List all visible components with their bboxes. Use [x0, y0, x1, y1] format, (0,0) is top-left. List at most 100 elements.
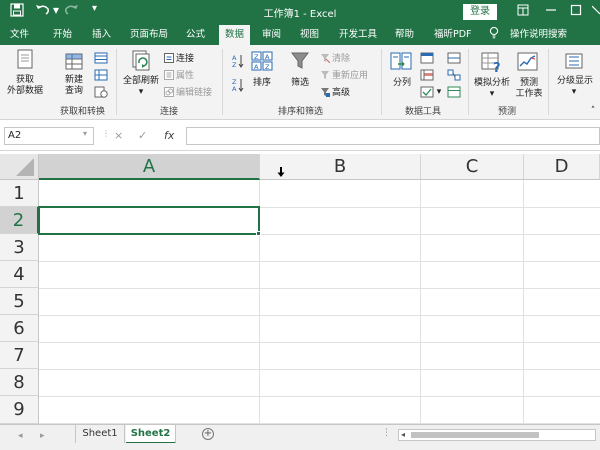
- add-sheet-icon[interactable]: +: [202, 428, 214, 440]
- previous-sheet-icon[interactable]: ◂: [18, 431, 23, 441]
- group-separator: [381, 49, 382, 115]
- scroll-left-icon[interactable]: ◂: [401, 430, 405, 439]
- tab-developer[interactable]: 开发工具: [339, 25, 377, 45]
- filter-button[interactable]: 筛选: [288, 78, 312, 89]
- edit-links-icon: [164, 87, 174, 97]
- tab-file[interactable]: 文件: [10, 25, 29, 45]
- row-header-9[interactable]: 9: [0, 396, 39, 424]
- login-button[interactable]: 登录: [463, 4, 497, 20]
- horizontal-scrollbar[interactable]: ◂: [398, 429, 596, 441]
- what-if-dropdown-icon[interactable]: ▾: [488, 89, 496, 100]
- maximize-icon[interactable]: [570, 4, 582, 19]
- remove-duplicates-icon[interactable]: [420, 69, 434, 81]
- name-box[interactable]: A2: [4, 127, 94, 145]
- tab-insert[interactable]: 插入: [92, 25, 111, 45]
- sort-descending-icon[interactable]: Z A: [231, 77, 245, 93]
- tell-me-search[interactable]: 操作说明搜索: [510, 25, 567, 45]
- connections-icon: [164, 53, 174, 63]
- consolidate-icon[interactable]: [447, 52, 461, 64]
- what-if-analysis-icon: ?: [481, 52, 501, 73]
- fill-handle[interactable]: [256, 231, 261, 236]
- tab-help[interactable]: 帮助: [395, 25, 414, 45]
- tab-home[interactable]: 开始: [53, 25, 72, 45]
- show-queries-icon[interactable]: [94, 52, 108, 64]
- horizontal-scroll-thumb[interactable]: [411, 432, 539, 438]
- flash-fill-icon[interactable]: [420, 52, 434, 64]
- close-icon[interactable]: [591, 4, 600, 19]
- outline-dropdown-icon[interactable]: ▾: [570, 87, 578, 98]
- group-separator: [548, 49, 549, 115]
- refresh-dropdown-icon[interactable]: ▾: [137, 87, 145, 98]
- sort-button[interactable]: 排序: [250, 78, 274, 89]
- formula-input[interactable]: [186, 127, 600, 145]
- row-header-4[interactable]: 4: [0, 261, 39, 288]
- refresh-all-icon: [132, 50, 150, 71]
- window-title: 工作簿1 - Excel: [263, 9, 337, 20]
- sheet-tab-sheet2[interactable]: Sheet2: [126, 425, 176, 444]
- ribbon-tabs: 文件 开始 插入 页面布局 公式 数据 审阅 视图 开发工具 帮助 福昕PDF …: [0, 25, 600, 45]
- column-header-a[interactable]: A: [39, 154, 260, 180]
- tab-data[interactable]: 数据: [219, 25, 251, 45]
- svg-text:Z: Z: [254, 53, 259, 61]
- recent-sources-icon[interactable]: [94, 86, 108, 98]
- active-cell-a2[interactable]: [38, 206, 260, 235]
- insert-function-icon[interactable]: fx: [164, 129, 174, 142]
- text-to-columns-icon: [390, 52, 412, 70]
- column-header-c[interactable]: C: [421, 154, 524, 180]
- row-gridline: [39, 288, 600, 289]
- connections-button[interactable]: 连接: [164, 53, 194, 65]
- tab-view[interactable]: 视图: [300, 25, 319, 45]
- data-model-icon[interactable]: [447, 86, 461, 98]
- data-validation-icon[interactable]: [420, 86, 434, 98]
- row-header-5[interactable]: 5: [0, 288, 39, 315]
- get-external-data-icon: [17, 49, 33, 69]
- column-gridline: [523, 180, 524, 424]
- row-header-6[interactable]: 6: [0, 315, 39, 342]
- row-header-1[interactable]: 1: [0, 180, 39, 207]
- from-table-icon[interactable]: [94, 69, 108, 81]
- refresh-all-button[interactable]: 全部刷新: [119, 76, 163, 87]
- reapply-icon: [321, 71, 329, 79]
- validation-dropdown-icon[interactable]: ▾: [435, 87, 443, 98]
- tab-review[interactable]: 审阅: [262, 25, 281, 45]
- row-gridline: [39, 342, 600, 343]
- advanced-filter-button[interactable]: 高级: [320, 87, 350, 99]
- tab-split-handle[interactable]: ⋮: [382, 428, 391, 438]
- row-header-2[interactable]: 2: [0, 207, 39, 234]
- tab-foxit-pdf[interactable]: 福昕PDF: [434, 25, 472, 45]
- next-sheet-icon[interactable]: ▸: [40, 431, 45, 441]
- column-header-d[interactable]: D: [524, 154, 600, 180]
- edit-links-button[interactable]: 编辑链接: [164, 87, 212, 99]
- text-to-columns-button[interactable]: 分列: [390, 78, 414, 89]
- title-bar: ▾ ▾ 工作簿1 - Excel 登录: [0, 0, 600, 25]
- tab-formulas[interactable]: 公式: [186, 25, 205, 45]
- reapply-filter-button[interactable]: 重新应用: [320, 70, 368, 82]
- tab-page-layout[interactable]: 页面布局: [130, 25, 168, 45]
- group-get-transform-label: 获取和转换: [60, 107, 106, 117]
- collapse-ribbon-icon[interactable]: ˄: [589, 106, 597, 117]
- properties-button[interactable]: 属性: [164, 70, 194, 82]
- new-query-button[interactable]: 新建 查询: [54, 75, 94, 97]
- new-query-icon: [65, 53, 83, 70]
- minimize-icon[interactable]: [545, 4, 557, 19]
- forecast-sheet-icon: [517, 52, 538, 71]
- row-header-7[interactable]: 7: [0, 342, 39, 369]
- worksheet-grid[interactable]: A B C D 1 2 3 4 5 6 7 8 9: [0, 154, 600, 424]
- outline-button[interactable]: 分级显示: [553, 76, 597, 87]
- forecast-sheet-button[interactable]: 预测 工作表: [511, 78, 547, 100]
- row-header-8[interactable]: 8: [0, 369, 39, 396]
- what-if-analysis-button[interactable]: 模拟分析: [471, 78, 513, 89]
- row-header-3[interactable]: 3: [0, 234, 39, 261]
- cancel-icon[interactable]: ×: [114, 129, 123, 142]
- get-external-data-button[interactable]: 获取 外部数据: [2, 75, 48, 97]
- clear-filter-button[interactable]: 清除: [320, 53, 350, 65]
- ribbon-display-icon[interactable]: [517, 4, 529, 19]
- select-all-corner[interactable]: [0, 154, 39, 180]
- name-box-dropdown-icon[interactable]: ▾: [83, 129, 87, 138]
- sort-ascending-icon[interactable]: A Z: [231, 53, 245, 69]
- sheet-tab-sheet1[interactable]: Sheet1: [75, 425, 125, 444]
- enter-icon[interactable]: ✓: [138, 129, 147, 142]
- lightbulb-icon[interactable]: [489, 25, 499, 45]
- svg-text:Z: Z: [265, 63, 270, 71]
- relationships-icon[interactable]: [447, 69, 461, 81]
